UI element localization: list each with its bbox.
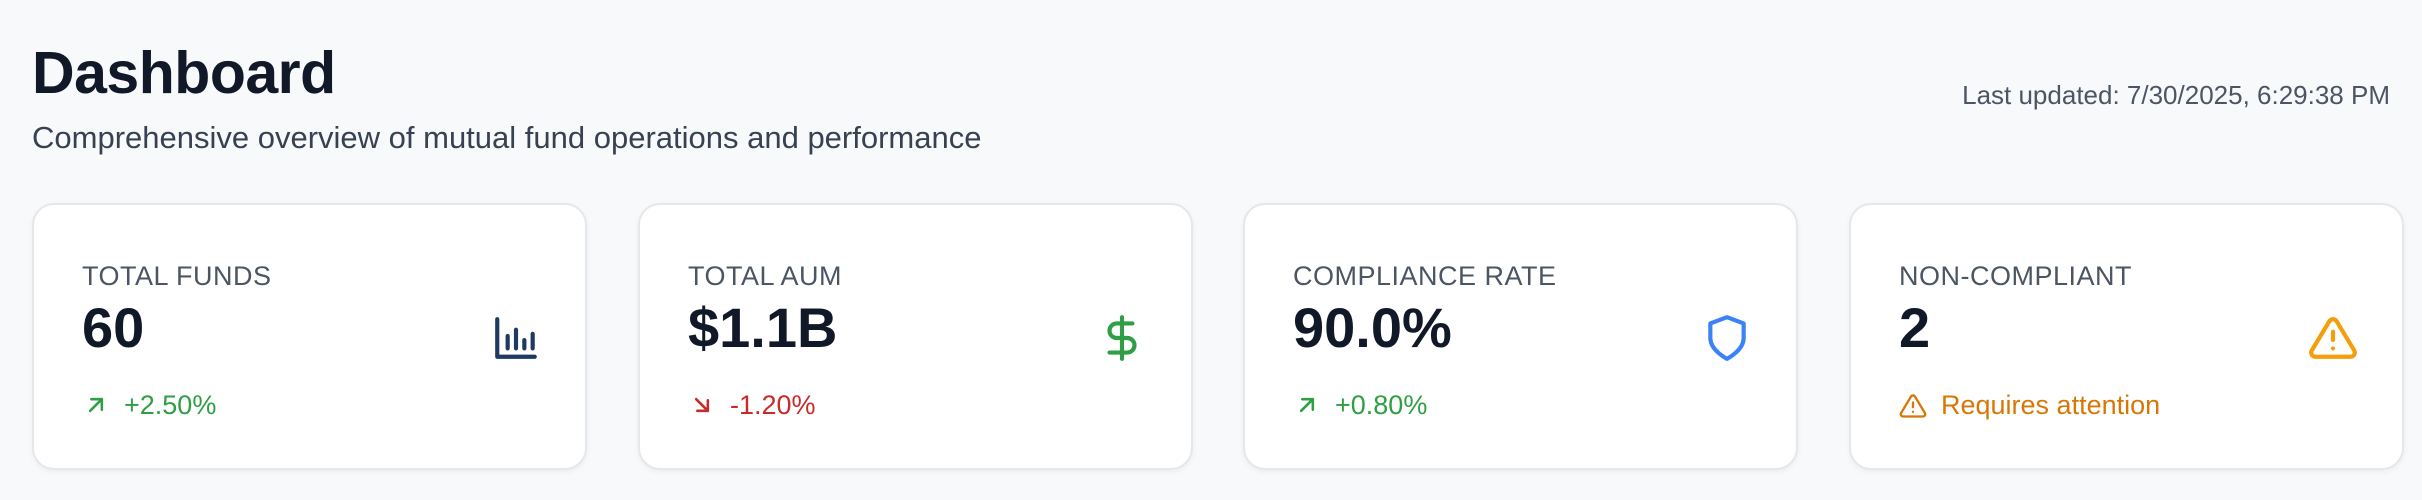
arrow-up-right-icon	[1293, 391, 1321, 419]
stat-card-compliance-rate[interactable]: COMPLIANCE RATE 90.0% +0.80%	[1243, 203, 1798, 470]
bar-chart-icon	[491, 313, 541, 363]
arrow-up-right-icon	[82, 391, 110, 419]
stat-card-label: TOTAL FUNDS	[82, 261, 272, 291]
stat-card-change: Requires attention	[1899, 383, 2160, 427]
stat-card-value: 2	[1899, 296, 1931, 359]
stat-card-change-text: Requires attention	[1941, 390, 2161, 420]
stat-card-total-funds[interactable]: TOTAL FUNDS 60 +2.50%	[32, 203, 587, 470]
stat-card-change: +0.80%	[1293, 383, 1427, 427]
stat-card-change: -1.20%	[688, 383, 816, 427]
stat-card-value: 60	[82, 296, 145, 359]
stat-card-label: COMPLIANCE RATE	[1293, 261, 1557, 291]
stat-card-change-text: +0.80%	[1335, 390, 1428, 420]
stat-card-non-compliant[interactable]: NON-COMPLIANT 2 Requires attention	[1849, 203, 2404, 470]
page-subtitle: Comprehensive overview of mutual fund op…	[32, 120, 982, 155]
stat-card-label: NON-COMPLIANT	[1899, 261, 2133, 291]
stats-cards: TOTAL FUNDS 60 +2.50% TOTAL AUM $1.1B -1…	[32, 203, 2404, 470]
stat-card-total-aum[interactable]: TOTAL AUM $1.1B -1.20%	[638, 203, 1193, 470]
page-header: Dashboard Comprehensive overview of mutu…	[32, 36, 2390, 166]
alert-triangle-icon	[2308, 313, 2358, 363]
stat-card-value: $1.1B	[688, 296, 838, 359]
arrow-down-right-icon	[688, 391, 716, 419]
last-updated-timestamp: Last updated: 7/30/2025, 6:29:38 PM	[1962, 80, 2390, 110]
stat-card-label: TOTAL AUM	[688, 261, 843, 291]
stat-card-change: +2.50%	[82, 383, 216, 427]
alert-triangle-icon	[1899, 391, 1927, 419]
dollar-icon	[1097, 313, 1147, 363]
stat-card-value: 90.0%	[1293, 296, 1452, 359]
shield-icon	[1702, 313, 1752, 363]
stat-card-change-text: +2.50%	[124, 390, 217, 420]
stat-card-change-text: -1.20%	[730, 390, 816, 420]
